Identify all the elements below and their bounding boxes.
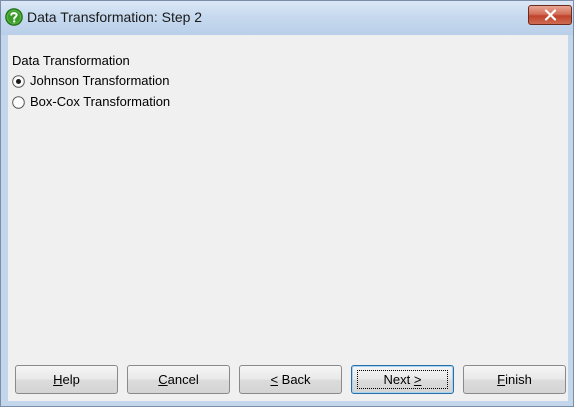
close-button[interactable] bbox=[528, 5, 572, 25]
cancel-mnemonic: C bbox=[158, 372, 168, 387]
next-button[interactable]: Next > bbox=[351, 365, 454, 394]
window-title: Data Transformation: Step 2 bbox=[27, 9, 203, 25]
radio-label: Johnson Transformation bbox=[30, 73, 170, 88]
help-button[interactable]: Help bbox=[15, 365, 118, 394]
dialog-window: Data Transformation: Step 2 Data Transfo… bbox=[0, 0, 574, 407]
radio-selected-icon[interactable] bbox=[12, 75, 25, 88]
title-bar[interactable]: Data Transformation: Step 2 bbox=[1, 1, 573, 35]
radio-label: Box-Cox Transformation bbox=[30, 94, 171, 109]
back-button[interactable]: < Back bbox=[239, 365, 342, 394]
finish-label: inish bbox=[505, 372, 532, 387]
radio-unselected-icon[interactable] bbox=[12, 96, 25, 109]
cancel-button[interactable]: Cancel bbox=[127, 365, 230, 394]
dialog-content: Data Transformation Johnson Transformati… bbox=[8, 35, 568, 401]
help-mnemonic: H bbox=[53, 372, 63, 387]
group-label: Data Transformation bbox=[12, 53, 130, 68]
close-icon bbox=[544, 9, 557, 21]
focus-ring bbox=[357, 370, 448, 389]
back-label: Back bbox=[278, 372, 311, 387]
cancel-label: ancel bbox=[167, 372, 199, 387]
help-question-icon bbox=[5, 8, 23, 26]
finish-mnemonic: F bbox=[497, 372, 506, 387]
finish-button[interactable]: Finish bbox=[463, 365, 566, 394]
help-label: elp bbox=[62, 372, 80, 387]
back-mnemonic: < bbox=[270, 372, 279, 387]
